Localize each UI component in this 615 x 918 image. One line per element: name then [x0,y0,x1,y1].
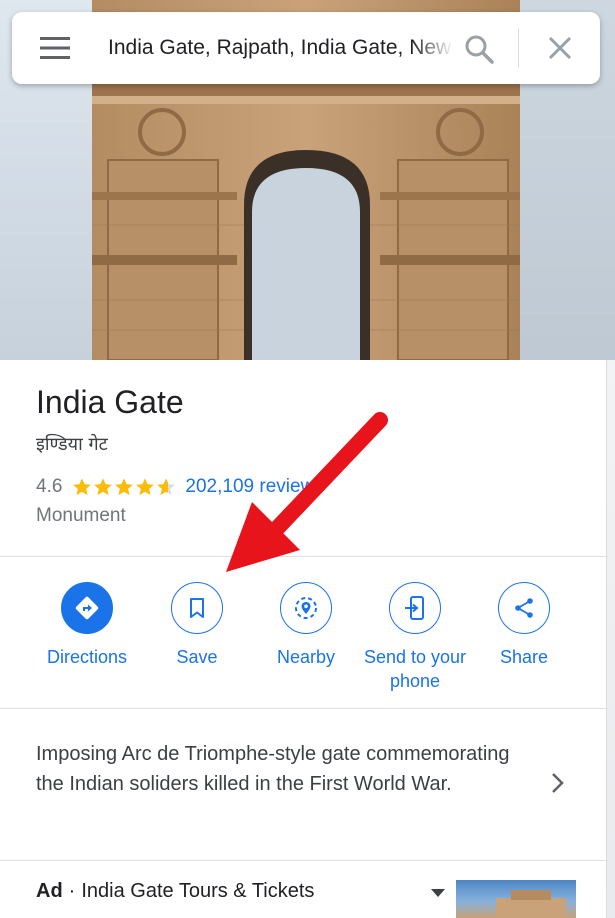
search-icon[interactable] [464,34,494,64]
dropdown-icon[interactable] [430,888,446,898]
ad-row[interactable]: Ad · India Gate Tours & Tickets [36,880,314,903]
star-icon [157,478,176,495]
ad-separator: · [68,880,76,902]
ad-badge: Ad [36,880,63,902]
search-divider [518,28,519,68]
search-bar: India Gate, Rajpath, India Gate, New Del… [12,12,600,84]
nearby-icon [280,582,332,634]
place-description[interactable]: Imposing Arc de Triomphe-style gate comm… [36,739,516,799]
save-button[interactable]: Save [137,582,257,669]
divider [0,556,608,557]
divider [0,860,608,861]
directions-icon [61,582,113,634]
star-rating [72,477,177,497]
share-icon [498,582,550,634]
star-icon [94,478,113,495]
chevron-right-icon[interactable] [548,770,568,796]
save-label: Save [176,647,218,667]
divider [0,708,608,709]
bookmark-icon [171,582,223,634]
share-label: Share [499,647,549,667]
directions-label: Directions [46,647,128,667]
ad-title: India Gate Tours & Tickets [81,880,315,902]
reviews-link[interactable]: 202,109 reviews [185,476,323,498]
star-icon [115,478,134,495]
share-button[interactable]: Share [464,582,584,669]
place-alt-name: इण्डिया गेट [36,434,108,455]
map-edge [606,360,615,918]
rating-value: 4.6 [36,476,63,497]
search-input[interactable]: India Gate, Rajpath, India Gate, New Del… [108,12,454,84]
place-category: Monument [36,505,126,526]
close-icon[interactable] [547,35,573,61]
nearby-label: Nearby [276,647,336,667]
ad-thumbnail[interactable] [456,880,576,918]
send-to-phone-label: Send to your phone [363,647,467,691]
star-icon [73,478,92,495]
rating-row: 4.6 202,109 reviews [36,474,324,500]
menu-icon[interactable] [40,36,70,60]
star-icon [136,478,155,495]
send-to-phone-icon [389,582,441,634]
place-title: India Gate [36,384,184,420]
nearby-button[interactable]: Nearby [246,582,366,669]
send-to-phone-button[interactable]: Send to your phone [355,582,475,693]
directions-button[interactable]: Directions [27,582,147,669]
